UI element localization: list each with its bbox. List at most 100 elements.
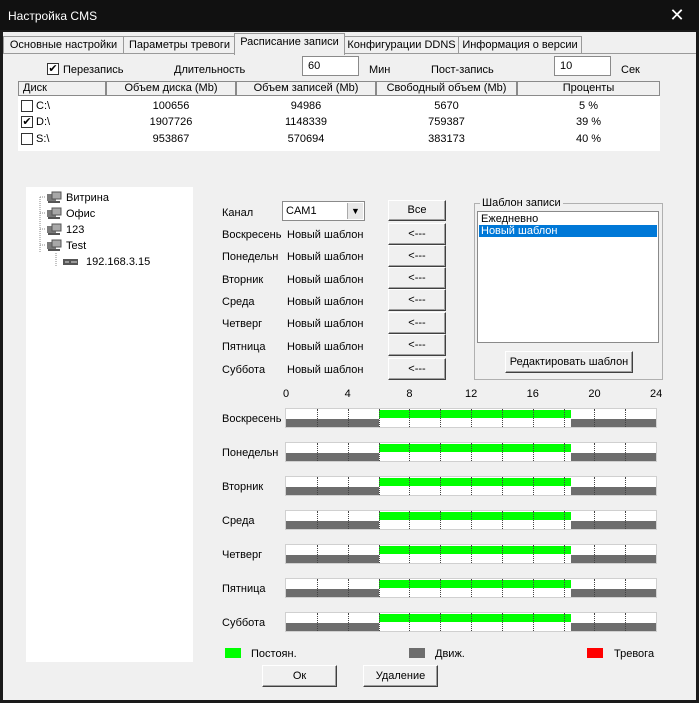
hour-gridline (378, 545, 381, 563)
assign-template-button[interactable]: <--- (388, 289, 446, 311)
disk-row-checkbox[interactable] (21, 133, 33, 145)
all-button[interactable]: Все (388, 200, 446, 221)
hour-gridline (594, 579, 596, 597)
list-item[interactable]: Ежедневно (479, 213, 657, 225)
hour-gridline (501, 409, 504, 427)
hour-gridline (440, 579, 442, 597)
tab-version[interactable]: Информация о версии (458, 36, 582, 54)
hour-gridline (501, 579, 504, 597)
hour-gridline (471, 545, 473, 563)
hour-gridline (563, 477, 566, 495)
disk-size: 100656 (152, 100, 190, 112)
assign-template-button[interactable]: <--- (388, 358, 446, 380)
motion-record-bar (571, 589, 656, 597)
channel-label: Канал (222, 207, 254, 219)
disk-percent: 39 % (575, 116, 602, 128)
post-record-input[interactable]: 10 (554, 56, 611, 76)
ok-button[interactable]: Ок (262, 665, 337, 687)
hour-label: 0 (283, 388, 290, 400)
motion-record-bar (286, 487, 379, 495)
channel-select[interactable]: CAM1 ▼ (282, 201, 365, 221)
percent-column-header[interactable]: Проценты (517, 81, 660, 96)
hour-gridline (409, 409, 411, 427)
hour-gridline (563, 545, 566, 563)
hour-gridline (532, 613, 535, 631)
disk-percent: 5 % (579, 100, 598, 112)
template-list[interactable]: Ежедневно Новый шаблон (477, 211, 659, 343)
day-timeline[interactable] (285, 510, 657, 530)
hour-gridline (625, 409, 627, 427)
hour-gridline (594, 477, 596, 495)
legend-constant-label: Постоян. (251, 648, 297, 660)
chevron-down-icon[interactable]: ▼ (347, 203, 363, 219)
day-label: Среда (222, 296, 255, 308)
duration-unit: Мин (369, 64, 391, 76)
disk-row-checkbox[interactable] (21, 100, 33, 112)
close-icon[interactable]: ✕ (668, 6, 686, 24)
hour-gridline (471, 579, 473, 597)
records-column-header[interactable]: Объем записей (Mb) (236, 81, 376, 96)
overwrite-checkbox[interactable]: ✔ (47, 63, 59, 75)
hour-gridline (409, 613, 411, 631)
disk-row-checkbox[interactable]: ✔ (21, 116, 33, 128)
disk-table[interactable]: Диск Объем диска (Mb) Объем записей (Mb)… (18, 81, 660, 151)
assign-template-button[interactable]: <--- (388, 245, 446, 267)
device-tree[interactable]: Витрина Офис 123 Test 192.168.3.15 (26, 187, 193, 662)
hour-gridline (501, 477, 504, 495)
hour-gridline (347, 443, 350, 461)
timeline-day-label: Среда (222, 515, 255, 527)
disk-size-column-header[interactable]: Объем диска (Mb) (106, 81, 236, 96)
disk-percent: 40 % (575, 133, 602, 145)
day-timeline[interactable] (285, 578, 657, 598)
post-record-unit: Сек (621, 64, 640, 76)
hour-gridline (625, 579, 627, 597)
disk-records: 1148339 (284, 116, 327, 128)
overwrite-label: Перезапись (63, 64, 124, 76)
day-timeline[interactable] (285, 476, 657, 496)
hour-gridline (409, 545, 411, 563)
assign-template-button[interactable]: <--- (388, 312, 446, 334)
camera-group-icon (47, 191, 62, 203)
hour-gridline (378, 511, 381, 529)
tab-alarm[interactable]: Параметры тревоги (123, 36, 236, 54)
tab-strip: Основные настройки Параметры тревоги Рас… (3, 32, 696, 55)
delete-button[interactable]: Удаление (363, 665, 438, 687)
client-area: Основные настройки Параметры тревоги Рас… (3, 32, 696, 700)
hour-gridline (316, 443, 319, 461)
legend-motion-label: Движ. (435, 648, 465, 660)
hour-gridline (501, 443, 504, 461)
tree-item-label: Витрина (66, 192, 109, 204)
constant-record-bar (378, 512, 572, 520)
camera-group-icon (47, 207, 62, 219)
day-timeline[interactable] (285, 408, 657, 428)
day-label: Воскресень (222, 229, 282, 241)
camera-group-icon (47, 223, 62, 235)
list-item[interactable]: Новый шаблон (479, 225, 657, 237)
hour-gridline (316, 409, 319, 427)
disk-column-header[interactable]: Диск (18, 81, 106, 96)
day-template: Новый шаблон (287, 296, 364, 308)
day-timeline[interactable] (285, 544, 657, 564)
tab-divider (3, 53, 696, 54)
template-groupbox: Шаблон записи Ежедневно Новый шаблон Ред… (474, 197, 663, 380)
tree-item-label: 192.168.3.15 (86, 256, 151, 268)
disk-size: 1907726 (149, 116, 193, 128)
tab-general[interactable]: Основные настройки (3, 36, 124, 54)
assign-template-button[interactable]: <--- (388, 267, 446, 289)
free-column-header[interactable]: Свободный объем (Mb) (376, 81, 517, 96)
hour-gridline (532, 579, 535, 597)
camera-group-icon (47, 239, 62, 251)
duration-input[interactable]: 60 (302, 56, 359, 76)
tab-record-schedule[interactable]: Расписание записи (234, 33, 345, 55)
assign-template-button[interactable]: <--- (388, 223, 446, 245)
hour-gridline (563, 511, 566, 529)
motion-record-bar (571, 487, 656, 495)
day-template: Новый шаблон (287, 274, 364, 286)
hour-gridline (440, 409, 442, 427)
day-template: Новый шаблон (287, 341, 364, 353)
day-timeline[interactable] (285, 612, 657, 632)
edit-template-button[interactable]: Редактировать шаблон (505, 351, 633, 373)
day-timeline[interactable] (285, 442, 657, 462)
tab-ddns[interactable]: Конфигурации DDNS (344, 36, 459, 54)
assign-template-button[interactable]: <--- (388, 334, 446, 356)
